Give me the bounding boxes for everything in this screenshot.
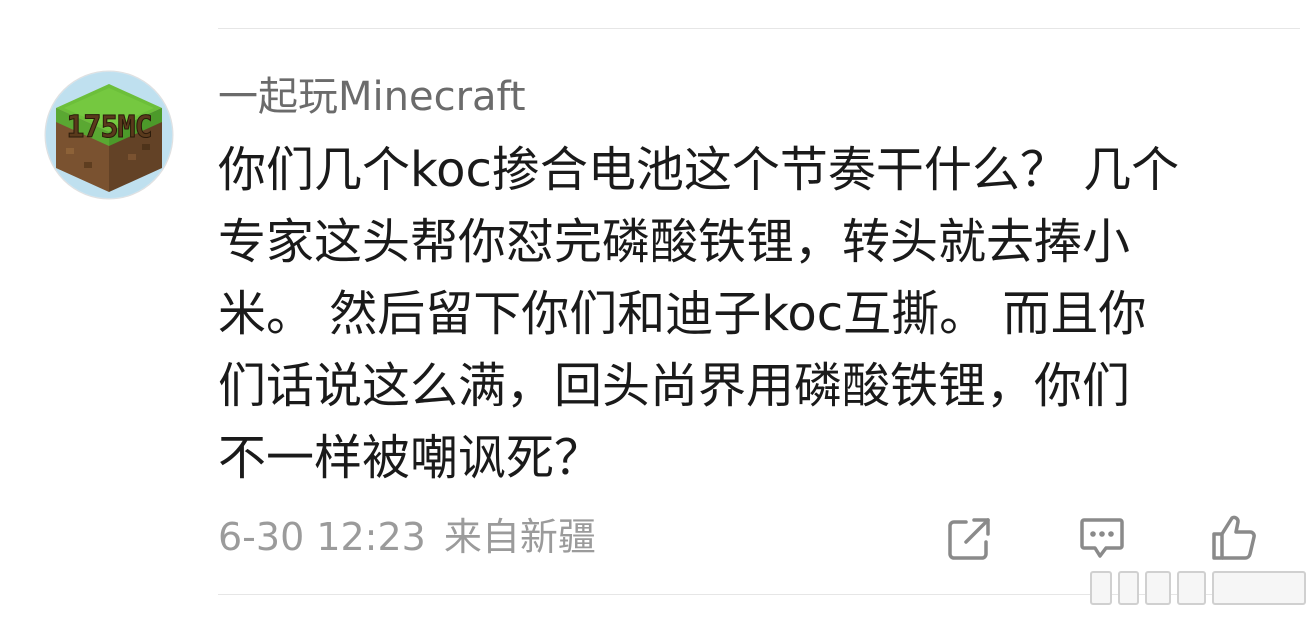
watermark-block — [1117, 571, 1140, 605]
share-icon — [948, 518, 990, 560]
comment-icon — [1080, 518, 1124, 558]
watermark-block — [1090, 571, 1112, 605]
thumbs-up-icon — [1212, 515, 1256, 560]
post-content: 你们几个koc掺合电池这个节奏干什么？ 几个 专家这头帮你怼完磷酸铁锂，转头就去… — [218, 134, 1298, 494]
content-line: 不一样被嘲讽死？ — [218, 430, 603, 486]
watermark — [1090, 570, 1306, 606]
content-line: 米。 然后留下你们和迪子koc互撕。 而且你 — [218, 286, 1147, 342]
post-card: 175MC 一起玩Minecraft 你们几个koc掺合电池这个节奏干什么？ 几… — [0, 0, 1316, 620]
content-line: 专家这头帮你怼完磷酸铁锂，转头就去捧小 — [218, 214, 1131, 270]
watermark-block — [1212, 571, 1306, 605]
content-line: 们话说这么满，回头尚界用磷酸铁锂，你们 — [218, 358, 1131, 414]
top-divider — [218, 28, 1300, 29]
timestamp: 6-30 12:23 — [218, 515, 426, 559]
location-source: 来自新疆 — [443, 515, 596, 559]
avatar[interactable]: 175MC — [44, 70, 174, 200]
avatar-logo-text: 175MC — [66, 110, 153, 146]
like-button[interactable] — [1204, 508, 1264, 568]
content-line: 你们几个koc掺合电池这个节奏干什么？ 几个 — [218, 142, 1180, 198]
comment-button[interactable] — [1072, 508, 1132, 568]
watermark-block — [1176, 571, 1207, 605]
share-button[interactable] — [940, 508, 1000, 568]
author-name[interactable]: 一起玩Minecraft — [218, 72, 526, 122]
post-meta: 6-30 12:23 来自新疆 — [218, 514, 596, 560]
watermark-block — [1145, 571, 1171, 605]
